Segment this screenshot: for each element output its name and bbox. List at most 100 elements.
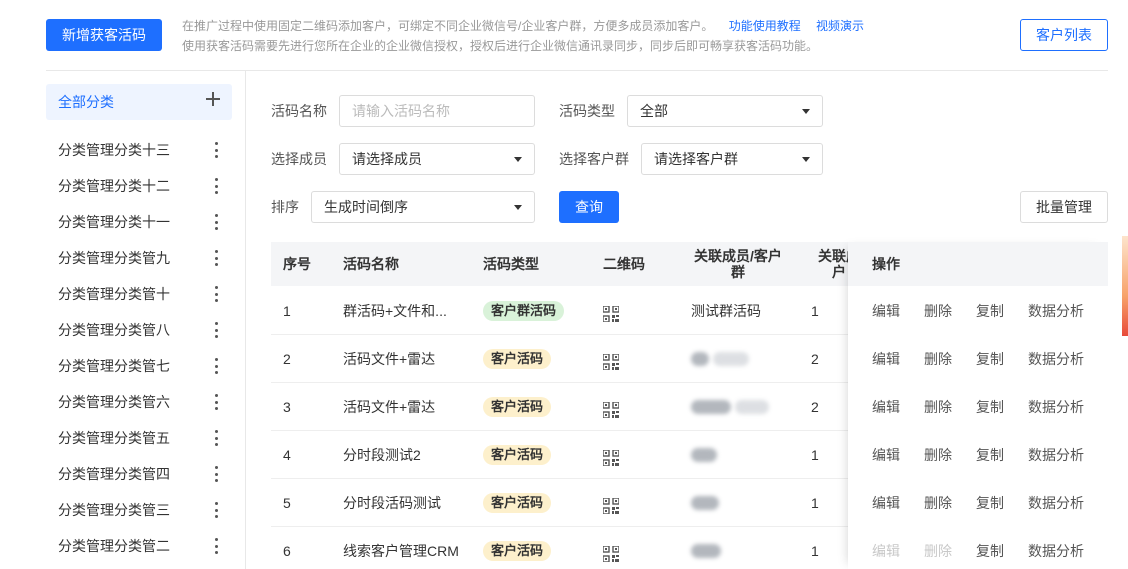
sidebar-item-all[interactable]: 全部分类 <box>46 84 232 120</box>
row-index: 1 <box>283 303 291 319</box>
sidebar-item[interactable]: 分类管理分类管五 <box>46 420 232 456</box>
sidebar-item[interactable]: 分类管理分类十三 <box>46 132 232 168</box>
member-filter-label: 选择成员 <box>271 151 327 167</box>
qrcode-icon[interactable] <box>603 479 619 527</box>
copy-button[interactable]: 复制 <box>976 287 1004 335</box>
edit-button[interactable]: 编辑 <box>872 527 900 569</box>
copy-button[interactable]: 复制 <box>976 431 1004 479</box>
more-vertical-icon[interactable] <box>214 538 218 554</box>
copy-button[interactable]: 复制 <box>976 335 1004 383</box>
delete-button[interactable]: 删除 <box>924 431 952 479</box>
query-button[interactable]: 查询 <box>559 191 619 223</box>
redacted-member <box>691 352 709 366</box>
row-members <box>691 479 723 527</box>
more-vertical-icon[interactable] <box>214 466 218 482</box>
sidebar-item[interactable]: 分类管理分类管七 <box>46 348 232 384</box>
row-count: 2 <box>811 351 819 367</box>
add-category-icon[interactable] <box>206 92 220 106</box>
more-vertical-icon[interactable] <box>214 502 218 518</box>
more-vertical-icon[interactable] <box>214 178 218 194</box>
copy-button[interactable]: 复制 <box>976 479 1004 527</box>
analytics-button[interactable]: 数据分析 <box>1028 431 1084 479</box>
delete-button[interactable]: 删除 <box>924 335 952 383</box>
analytics-button[interactable]: 数据分析 <box>1028 527 1084 569</box>
more-vertical-icon[interactable] <box>214 214 218 230</box>
table-row[interactable]: 5 分时段活码测试 客户活码 1 编辑 删除 复制 数据分析 <box>271 479 1108 527</box>
sidebar-item[interactable]: 分类管理分类十二 <box>46 168 232 204</box>
table-row[interactable]: 3 活码文件+雷达 客户活码 2 编辑 删除 复制 数据分析 <box>271 383 1108 431</box>
sidebar-item[interactable]: 分类管理分类管八 <box>46 312 232 348</box>
table-row[interactable]: 2 活码文件+雷达 客户活码 2 编辑 删除 复制 数据分析 <box>271 335 1108 383</box>
sidebar-item[interactable]: 分类管理分类管十 <box>46 276 232 312</box>
row-name: 分时段测试2 <box>343 447 421 463</box>
video-demo-link[interactable]: 视频演示 <box>816 19 864 33</box>
sidebar-item-label: 分类管理分类管八 <box>58 322 170 338</box>
name-filter-label: 活码名称 <box>271 103 327 119</box>
new-live-code-button[interactable]: 新增获客活码 <box>46 19 162 51</box>
sort-select-value: 生成时间倒序 <box>324 199 408 215</box>
member-select[interactable]: 请选择成员 <box>339 143 535 175</box>
qrcode-icon[interactable] <box>603 431 619 479</box>
sidebar-item[interactable]: 分类管理分类管九 <box>46 240 232 276</box>
row-count: 2 <box>811 399 819 415</box>
col-index: 序号 <box>283 256 311 272</box>
col-members-line2: 群 <box>731 264 745 280</box>
edit-button[interactable]: 编辑 <box>872 335 900 383</box>
sidebar-item[interactable]: 分类管理分类管二 <box>46 528 232 564</box>
qrcode-icon[interactable] <box>603 287 619 335</box>
more-vertical-icon[interactable] <box>214 394 218 410</box>
type-select[interactable]: 全部 <box>627 95 823 127</box>
delete-button[interactable]: 删除 <box>924 287 952 335</box>
table-row[interactable]: 1 群活码+文件和... 客户群活码 测试群活码 1 编辑 删除 复制 数据分析 <box>271 287 1108 335</box>
group-select[interactable]: 请选择客户群 <box>641 143 823 175</box>
analytics-button[interactable]: 数据分析 <box>1028 287 1084 335</box>
more-vertical-icon[interactable] <box>214 286 218 302</box>
row-actions: 编辑 删除 复制 数据分析 <box>848 479 1108 527</box>
table-row[interactable]: 4 分时段测试2 客户活码 1 编辑 删除 复制 数据分析 <box>271 431 1108 479</box>
more-vertical-icon[interactable] <box>214 358 218 374</box>
analytics-button[interactable]: 数据分析 <box>1028 479 1084 527</box>
category-sidebar: 全部分类 分类管理分类十三 分类管理分类十二 分类管理分类十一 分类管理分类管九 分类管… <box>46 71 246 569</box>
tutorial-link[interactable]: 功能使用教程 <box>729 19 801 33</box>
side-widget-edge[interactable] <box>1122 236 1128 336</box>
chevron-down-icon <box>802 157 810 162</box>
batch-manage-button[interactable]: 批量管理 <box>1020 191 1108 223</box>
sidebar-item[interactable]: 分类管理分类十一 <box>46 204 232 240</box>
sort-select[interactable]: 生成时间倒序 <box>311 191 535 223</box>
delete-button[interactable]: 删除 <box>924 479 952 527</box>
copy-button[interactable]: 复制 <box>976 527 1004 569</box>
row-type: 客户活码 <box>483 383 552 431</box>
sidebar-item[interactable]: 分类管理分类管六 <box>46 384 232 420</box>
edit-button[interactable]: 编辑 <box>872 431 900 479</box>
customer-list-button[interactable]: 客户列表 <box>1020 19 1108 51</box>
more-vertical-icon[interactable] <box>214 142 218 158</box>
group-select-value: 请选择客户群 <box>654 151 738 167</box>
qrcode-icon[interactable] <box>603 527 619 569</box>
row-members <box>691 335 753 383</box>
notice-line-2: 使用获客活码需要先进行您所在企业的企业微信授权，授权后进行企业微信通讯录同步，同… <box>182 39 819 53</box>
sidebar-item-label: 分类管理分类管三 <box>58 502 170 518</box>
copy-button[interactable]: 复制 <box>976 383 1004 431</box>
more-vertical-icon[interactable] <box>214 430 218 446</box>
analytics-button[interactable]: 数据分析 <box>1028 383 1084 431</box>
row-name: 分时段活码测试 <box>343 495 441 511</box>
analytics-button[interactable]: 数据分析 <box>1028 335 1084 383</box>
edit-button[interactable]: 编辑 <box>872 479 900 527</box>
delete-button[interactable]: 删除 <box>924 527 952 569</box>
name-search-input[interactable]: 请输入活码名称 <box>339 95 535 127</box>
edit-button[interactable]: 编辑 <box>872 287 900 335</box>
row-count: 1 <box>811 543 819 559</box>
qrcode-icon[interactable] <box>603 383 619 431</box>
delete-button[interactable]: 删除 <box>924 383 952 431</box>
more-vertical-icon[interactable] <box>214 250 218 266</box>
qrcode-icon[interactable] <box>603 335 619 383</box>
row-count: 1 <box>811 303 819 319</box>
chevron-down-icon <box>514 205 522 210</box>
sidebar-item[interactable]: 分类管理分类管三 <box>46 492 232 528</box>
edit-button[interactable]: 编辑 <box>872 383 900 431</box>
table-row[interactable]: 6 线索客户管理CRM 客户活码 1 编辑 删除 复制 数据分析 <box>271 527 1108 569</box>
more-vertical-icon[interactable] <box>214 322 218 338</box>
type-badge: 客户活码 <box>483 349 552 369</box>
sidebar-item-label: 分类管理分类十二 <box>58 178 170 194</box>
sidebar-item[interactable]: 分类管理分类管四 <box>46 456 232 492</box>
